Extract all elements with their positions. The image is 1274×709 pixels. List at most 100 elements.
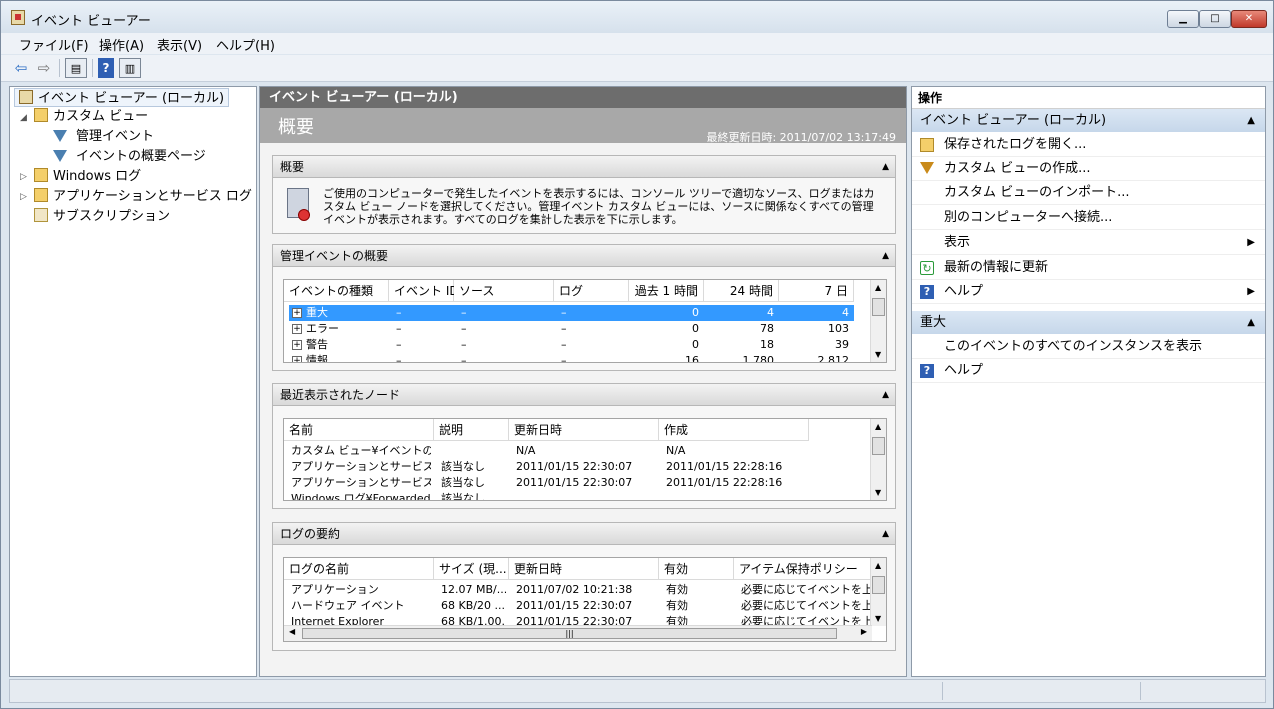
table-cell: 2011/01/15 22:28:16 (666, 476, 783, 489)
filter-icon (53, 130, 67, 142)
collapse-triangle-icon[interactable]: ◢ (20, 113, 27, 123)
actions-section-local[interactable]: イベント ビューアー (ローカル) ▲ (912, 109, 1265, 132)
scroll-thumb[interactable]: ||| (302, 628, 837, 639)
close-button[interactable]: ✕ (1231, 10, 1267, 28)
table-cell: 2011/01/15 22:30:07 (516, 460, 633, 473)
column-header[interactable]: ログ (554, 280, 629, 302)
column-header[interactable]: 更新日時 (509, 558, 659, 580)
expand-triangle-icon[interactable]: ▷ (20, 172, 27, 182)
column-header[interactable]: 24 時間 (704, 280, 779, 302)
scroll-up-icon[interactable]: ▲ (875, 283, 881, 292)
collapse-chevron-icon[interactable]: ▲ (882, 523, 889, 545)
action-open-saved-log[interactable]: 保存されたログを開く... (912, 133, 1265, 157)
menu-view[interactable]: 表示(V) (157, 35, 202, 54)
action-label: 最新の情報に更新 (944, 260, 1049, 275)
logs-section-header[interactable]: ログの要約 ▲ (273, 523, 895, 545)
action-view[interactable]: 表示 ▶ (912, 231, 1265, 255)
tree-item-admin-events[interactable]: 管理イベント (53, 127, 154, 146)
table-cell: 必要に応じてイベントを上書 (741, 583, 871, 596)
column-header[interactable]: アイテム保持ポリシー (734, 558, 872, 580)
column-header[interactable]: サイズ (現... (434, 558, 509, 580)
scroll-thumb[interactable] (872, 437, 885, 455)
column-header[interactable]: ソース (454, 280, 554, 302)
collapse-triangle-icon[interactable]: ▲ (1247, 109, 1255, 132)
tree-item-custom-views[interactable]: カスタム ビュー (34, 107, 148, 126)
section-title: 重大 (920, 315, 947, 330)
table-cell: アプリケーションとサービス ログ... (291, 460, 431, 473)
maximize-button[interactable]: □ (1199, 10, 1231, 28)
actions-section-critical[interactable]: 重大 ▲ (912, 311, 1265, 334)
recent-section-header[interactable]: 最近表示されたノード ▲ (273, 384, 895, 406)
show-hide-action-pane-icon[interactable]: ▥ (119, 58, 141, 78)
menu-action[interactable]: 操作(A) (99, 35, 144, 54)
show-hide-tree-icon[interactable]: ▤ (65, 58, 87, 78)
scroll-left-icon[interactable]: ◀ (289, 627, 295, 636)
column-header[interactable]: イベントの種類 (284, 280, 389, 302)
status-bar (9, 679, 1266, 703)
filter-icon (920, 162, 934, 174)
forward-arrow-icon[interactable]: ⇨ (33, 58, 55, 78)
action-help-critical[interactable]: ? ヘルプ (912, 359, 1265, 383)
column-header[interactable]: 7 日 (779, 280, 854, 302)
scroll-up-icon[interactable]: ▲ (875, 422, 881, 431)
horizontal-scrollbar[interactable]: ◀ ||| ▶ (284, 625, 872, 641)
summary-section-header[interactable]: 概要 ▲ (273, 156, 895, 178)
expand-plus-icon[interactable]: + (292, 356, 302, 362)
action-label: ヘルプ (944, 363, 984, 378)
action-create-custom-view[interactable]: カスタム ビューの作成... (912, 157, 1265, 181)
collapse-triangle-icon[interactable]: ▲ (1247, 311, 1255, 334)
column-header[interactable]: 過去 1 時間 (629, 280, 704, 302)
action-connect-computer[interactable]: 別のコンピューターへ接続... (912, 206, 1265, 230)
column-header[interactable]: 説明 (434, 419, 509, 441)
column-header[interactable]: 作成 (659, 419, 809, 441)
tree-item-subscriptions[interactable]: サブスクリプション (34, 207, 170, 226)
scroll-up-icon[interactable]: ▲ (875, 561, 881, 570)
tree-item-root[interactable]: イベント ビューアー (ローカル) (14, 88, 230, 107)
scroll-down-icon[interactable]: ▼ (875, 350, 881, 359)
scroll-thumb[interactable] (872, 576, 885, 594)
back-arrow-icon[interactable]: ⇦ (10, 58, 32, 78)
vertical-scrollbar[interactable]: ▲ ▼ (870, 558, 886, 626)
expand-plus-icon[interactable]: + (292, 308, 302, 318)
help-icon[interactable]: ? (98, 58, 114, 78)
scroll-thumb[interactable] (872, 298, 885, 316)
center-header: イベント ビューアー (ローカル) (260, 87, 906, 108)
expand-plus-icon[interactable]: + (292, 340, 302, 350)
minimize-button[interactable]: ▁ (1167, 10, 1199, 28)
action-import-custom-view[interactable]: カスタム ビューのインポート... (912, 181, 1265, 205)
menu-file[interactable]: ファイル(F) (19, 35, 89, 54)
tree-item-windows-logs[interactable]: Windows ログ (34, 167, 141, 186)
vertical-scrollbar[interactable]: ▲ ▼ (870, 419, 886, 500)
collapse-chevron-icon[interactable]: ▲ (882, 245, 889, 267)
table-cell: 有効 (666, 599, 688, 612)
expand-triangle-icon[interactable]: ▷ (20, 192, 27, 202)
expand-plus-icon[interactable]: + (292, 324, 302, 334)
overview-title: 概要 (278, 117, 314, 138)
action-help[interactable]: ? ヘルプ ▶ (912, 280, 1265, 304)
recent-nodes-panel: 最近表示されたノード ▲ 名前 説明 更新日時 作成 カスタム ビュー¥イベント… (272, 383, 896, 509)
column-header[interactable]: 有効 (659, 558, 734, 580)
toolbar: ⇦ ⇨ ▤ ? ▥ (1, 55, 1273, 82)
column-header[interactable]: 名前 (284, 419, 434, 441)
tree-item-summary-page[interactable]: イベントの概要ページ (53, 147, 206, 166)
scroll-right-icon[interactable]: ▶ (861, 627, 867, 636)
title-bar: イベント ビューアー ▁ □ ✕ (1, 1, 1273, 33)
action-show-all-instances[interactable]: このイベントのすべてのインスタンスを表示 (912, 335, 1265, 359)
tree-item-app-service-logs[interactable]: アプリケーションとサービス ログ (34, 187, 252, 206)
vertical-scrollbar[interactable]: ▲ ▼ (870, 280, 886, 362)
scroll-down-icon[interactable]: ▼ (875, 614, 881, 623)
tree-item-label: イベントの概要ページ (76, 149, 206, 164)
column-header[interactable]: イベント ID (389, 280, 459, 302)
column-header[interactable]: ログの名前 (284, 558, 434, 580)
scroll-down-icon[interactable]: ▼ (875, 488, 881, 497)
collapse-chevron-icon[interactable]: ▲ (882, 156, 889, 178)
admin-section-header[interactable]: 管理イベントの概要 ▲ (273, 245, 895, 267)
column-header[interactable]: 更新日時 (509, 419, 659, 441)
action-label: 別のコンピューターへ接続... (944, 210, 1113, 225)
table-cell: 18 (760, 338, 774, 351)
overview-band: 概要 最終更新日時: 2011/07/02 13:17:49 (260, 108, 906, 144)
collapse-chevron-icon[interactable]: ▲ (882, 384, 889, 406)
action-refresh[interactable]: ↻ 最新の情報に更新 (912, 256, 1265, 280)
table-cell (441, 443, 506, 459)
menu-help[interactable]: ヘルプ(H) (216, 35, 275, 54)
